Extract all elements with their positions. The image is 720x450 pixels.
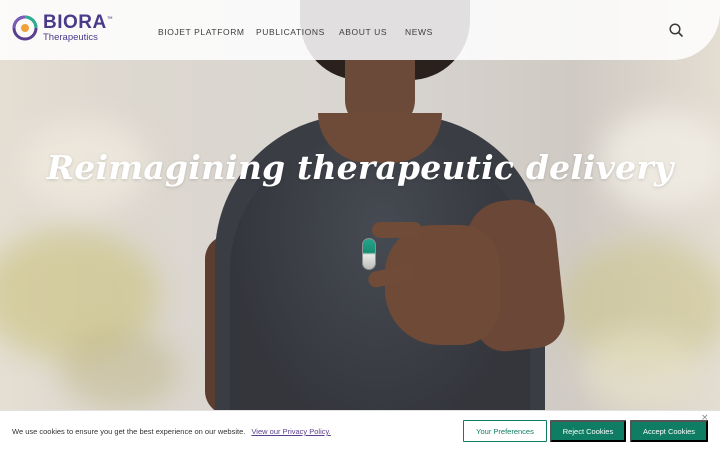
nav-news[interactable]: NEWS <box>405 27 433 37</box>
nav-publications[interactable]: PUBLICATIONS <box>256 27 325 37</box>
brand-logo[interactable]: BIORA™ Therapeutics <box>12 13 113 43</box>
site-header: BIORA™ Therapeutics BIOJET PLATFORM PUBL… <box>0 0 720 60</box>
brand-subtitle: Therapeutics <box>43 32 98 43</box>
nav-about-us[interactable]: ABOUT US <box>339 27 387 37</box>
hero-headline: Reimagining therapeutic delivery <box>46 148 674 187</box>
nav-biojet-platform[interactable]: BIOJET PLATFORM <box>158 27 245 37</box>
search-button[interactable] <box>668 22 684 38</box>
hero-image <box>0 0 720 450</box>
capsule-pill <box>362 238 376 270</box>
cookie-message: We use cookies to ensure you get the bes… <box>12 427 246 436</box>
brand-name: BIORA <box>43 12 107 33</box>
accept-cookies-button[interactable]: Accept Cookies <box>630 420 708 442</box>
privacy-policy-link[interactable]: View our Privacy Policy. <box>251 427 330 436</box>
biora-logo-icon <box>12 15 38 41</box>
cookie-banner: We use cookies to ensure you get the bes… <box>0 410 720 450</box>
reject-cookies-button[interactable]: Reject Cookies <box>550 420 626 442</box>
cookie-message-row: We use cookies to ensure you get the bes… <box>12 427 331 436</box>
trademark: ™ <box>106 16 114 23</box>
search-icon <box>669 23 683 37</box>
close-icon[interactable]: × <box>701 413 709 423</box>
your-preferences-button[interactable]: Your Preferences <box>463 420 547 442</box>
